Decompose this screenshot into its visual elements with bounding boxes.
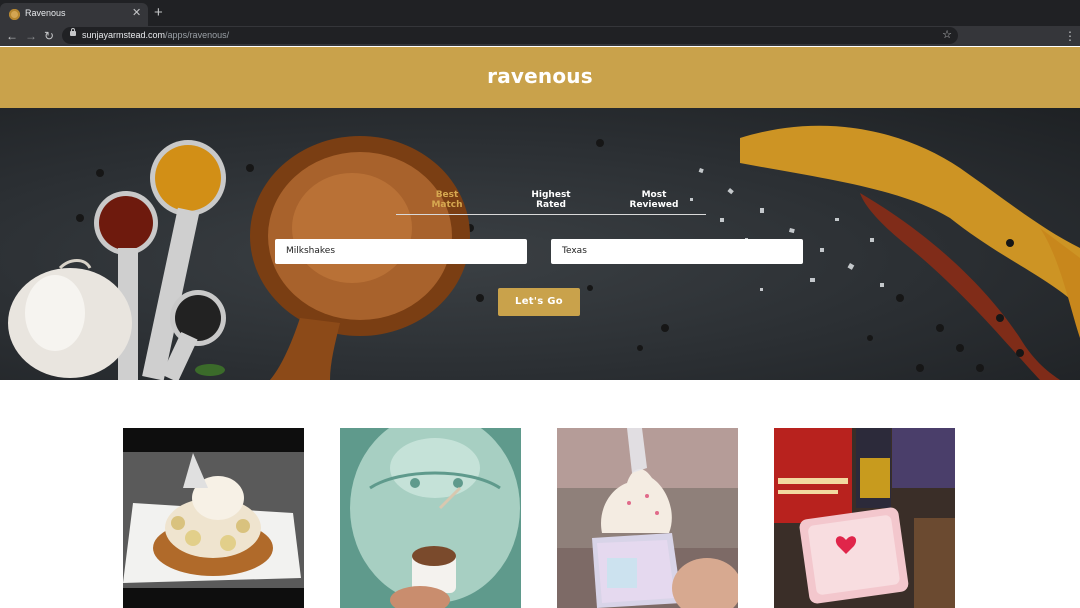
back-arrow-icon[interactable]: ←	[6, 28, 18, 44]
bookmark-star-icon[interactable]: ☆	[942, 28, 952, 41]
waffle-milkshake-photo	[123, 428, 304, 608]
sort-highest-rated-line2: Rated	[536, 199, 566, 210]
sort-most-reviewed-line2: Reviewed	[629, 199, 679, 210]
url-path: /apps/ravenous/	[165, 30, 230, 40]
search-term-input[interactable]: Milkshakes	[275, 239, 527, 264]
browser-tab-strip: Ravenous ✕ +	[0, 0, 1080, 26]
sort-best-match-line2: Match	[431, 199, 463, 210]
sort-options-divider	[396, 214, 706, 215]
ice-cream-cup-photo	[340, 428, 521, 608]
browser-tab[interactable]: Ravenous ✕	[0, 3, 148, 26]
logo: ravenous	[487, 64, 593, 88]
reload-icon[interactable]: ↻	[44, 28, 54, 44]
sort-options: Best Match Highest Rated Most Reviewed	[396, 190, 706, 215]
url-text: sunjayarmstead.com/apps/ravenous/	[82, 30, 229, 40]
business-card-image[interactable]	[123, 428, 304, 608]
site-header: ravenous	[0, 47, 1080, 108]
sort-most-reviewed[interactable]: Most Reviewed	[604, 190, 704, 210]
business-card-image[interactable]	[557, 428, 738, 608]
url-host: sunjayarmstead.com	[82, 30, 166, 40]
tab-title: Ravenous	[25, 8, 66, 18]
lets-go-button[interactable]: Let's Go	[498, 288, 580, 316]
soft-serve-cone-photo	[557, 428, 738, 608]
new-tab-icon[interactable]: +	[154, 4, 163, 22]
search-hero	[0, 108, 1080, 380]
business-card-image[interactable]	[340, 428, 521, 608]
sort-highest-rated[interactable]: Highest Rated	[501, 190, 601, 210]
spices-background-image	[8, 125, 1080, 380]
we-love-customers-sign-photo	[774, 428, 955, 608]
tab-close-icon[interactable]: ✕	[132, 6, 141, 20]
lock-icon	[70, 28, 76, 36]
forward-arrow-icon[interactable]: →	[25, 28, 37, 44]
sort-best-match[interactable]: Best Match	[397, 190, 497, 210]
search-location-input[interactable]: Texas	[551, 239, 803, 264]
url-bar[interactable]: sunjayarmstead.com/apps/ravenous/ ☆	[62, 27, 958, 44]
browser-menu-icon[interactable]: ⋮	[1064, 28, 1076, 44]
business-card-image[interactable]	[774, 428, 955, 608]
address-bar-row: ← → ↻ sunjayarmstead.com/apps/ravenous/ …	[0, 26, 1080, 46]
favicon-icon	[9, 9, 20, 20]
